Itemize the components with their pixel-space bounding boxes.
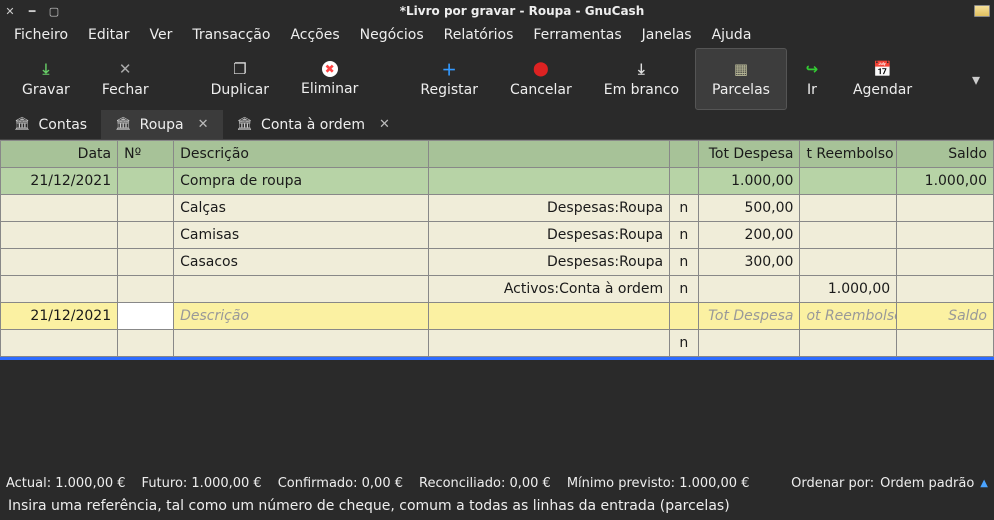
delete-label: Eliminar [301,81,358,97]
schedule-label: Agendar [853,82,912,98]
ledger: Data Nº Descrição Tot Despesa t Reembols… [0,140,994,472]
close-button[interactable]: ✕ Fechar [86,48,165,110]
delete-button[interactable]: ✖ Eliminar [285,48,374,110]
menu-bar: Ficheiro Editar Ver Transacção Acções Ne… [0,22,994,48]
tab-close-icon[interactable]: ✕ [198,117,209,132]
col-saldo[interactable]: Saldo [897,141,994,168]
close-icon: ✕ [116,60,134,78]
tab-conta-ordem[interactable]: 🏛 Conta à ordem ✕ [223,110,404,139]
status-futuro: Futuro: 1.000,00 € [142,476,262,491]
split-row[interactable]: Casacos Despesas:Roupa n 300,00 [1,249,994,276]
status-minimo: Mínimo previsto: 1.000,00 € [567,476,750,491]
col-no[interactable]: Nº [118,141,174,168]
jump-button[interactable]: ↪ Ir [787,48,837,110]
blank-button[interactable]: ⤓ Em branco [588,48,695,110]
new-transaction-row[interactable]: 21/12/2021 Descrição Tot Despesa ot Reem… [1,303,994,330]
cell-no[interactable] [118,168,174,195]
schedule-button[interactable]: 📅 Agendar [837,48,928,110]
menu-accoes[interactable]: Acções [280,23,349,47]
blank-label: Em branco [604,82,679,98]
save-button[interactable]: ⤓ Gravar [6,48,86,110]
menu-ajuda[interactable]: Ajuda [702,23,762,47]
app-icon [974,5,990,17]
bank-icon: 🏛 [237,117,254,132]
blank-split-row[interactable]: n [1,330,994,357]
bank-icon: 🏛 [115,117,132,132]
menu-ferramentas[interactable]: Ferramentas [523,23,631,47]
tab-contas[interactable]: 🏛 Contas [0,110,101,139]
transaction-row[interactable]: 21/12/2021 Compra de roupa 1.000,00 1.00… [1,168,994,195]
enter-button[interactable]: ＋ Registar [404,48,494,110]
jump-label: Ir [807,82,817,98]
ledger-empty-area [0,360,994,472]
tab-label: Conta à ordem [261,117,365,133]
status-confirmado: Confirmado: 0,00 € [278,476,403,491]
tab-close-icon[interactable]: ✕ [379,117,390,132]
splits-label: Parcelas [712,82,770,98]
enter-label: Registar [420,82,478,98]
menu-relatorios[interactable]: Relatórios [434,23,524,47]
cancel-icon: ⬤ [532,60,550,78]
cancel-button[interactable]: ⬤ Cancelar [494,48,588,110]
tab-label: Roupa [140,117,184,133]
duplicate-label: Duplicar [211,82,269,98]
close-label: Fechar [102,82,149,98]
menu-transaccao[interactable]: Transacção [182,23,280,47]
sort-arrow-icon[interactable]: ▲ [980,478,988,489]
menu-ver[interactable]: Ver [139,23,182,47]
window-minimize-icon[interactable]: ━ [26,5,38,17]
delete-icon: ✖ [322,61,338,77]
col-n[interactable] [670,141,699,168]
window-close-icon[interactable]: ✕ [4,5,16,17]
jump-icon: ↪ [803,60,821,78]
window-title: *Livro por gravar - Roupa - GnuCash [70,4,974,18]
window-maximize-icon[interactable]: ▢ [48,5,60,17]
cell-debit[interactable]: 1.000,00 [698,168,800,195]
menu-ficheiro[interactable]: Ficheiro [4,23,78,47]
status-reconciliado: Reconciliado: 0,00 € [419,476,551,491]
split-row[interactable]: Calças Despesas:Roupa n 500,00 [1,195,994,222]
menu-editar[interactable]: Editar [78,23,139,47]
schedule-icon: 📅 [874,60,892,78]
duplicate-button[interactable]: ❐ Duplicar [195,48,285,110]
blank-icon: ⤓ [632,60,650,78]
status-bar: Actual: 1.000,00 € Futuro: 1.000,00 € Co… [0,472,994,494]
split-row[interactable]: Activos:Conta à ordem n 1.000,00 [1,276,994,303]
splits-icon: ▦ [732,60,750,78]
save-icon: ⤓ [37,60,55,78]
cell-desc[interactable]: Compra de roupa [174,168,429,195]
col-tot-reembolso[interactable]: t Reembolso [800,141,897,168]
save-label: Gravar [22,82,70,98]
tab-label: Contas [39,117,88,133]
col-descricao[interactable]: Descrição [174,141,429,168]
toolbar: ⤓ Gravar ✕ Fechar ❐ Duplicar ✖ Eliminar … [0,48,994,110]
hint-bar: Insira uma referência, tal como um númer… [0,494,994,520]
toolbar-overflow-icon[interactable]: ▾ [964,48,988,110]
splits-button[interactable]: ▦ Parcelas [695,48,787,110]
col-tot-despesa[interactable]: Tot Despesa [698,141,800,168]
duplicate-icon: ❐ [231,60,249,78]
tab-roupa[interactable]: 🏛 Roupa ✕ [101,110,222,139]
sort-label: Ordenar por: [791,476,874,491]
split-row[interactable]: Camisas Despesas:Roupa n 200,00 [1,222,994,249]
cell-date[interactable]: 21/12/2021 [1,168,118,195]
plus-icon: ＋ [440,60,458,78]
cell-date[interactable]: 21/12/2021 [1,303,118,330]
menu-janelas[interactable]: Janelas [632,23,702,47]
bank-icon: 🏛 [14,117,31,132]
sort-value[interactable]: Ordem padrão [880,476,974,491]
header-row: Data Nº Descrição Tot Despesa t Reembols… [1,141,994,168]
menu-negocios[interactable]: Negócios [350,23,434,47]
title-bar: ✕ ━ ▢ *Livro por gravar - Roupa - GnuCas… [0,0,994,22]
cell-no-focused[interactable] [118,303,174,330]
ledger-table[interactable]: Data Nº Descrição Tot Despesa t Reembols… [0,140,994,357]
col-data[interactable]: Data [1,141,118,168]
col-conta[interactable] [428,141,669,168]
cell-balance[interactable]: 1.000,00 [897,168,994,195]
cancel-label: Cancelar [510,82,572,98]
tab-bar: 🏛 Contas 🏛 Roupa ✕ 🏛 Conta à ordem ✕ [0,110,994,140]
status-actual: Actual: 1.000,00 € [6,476,126,491]
